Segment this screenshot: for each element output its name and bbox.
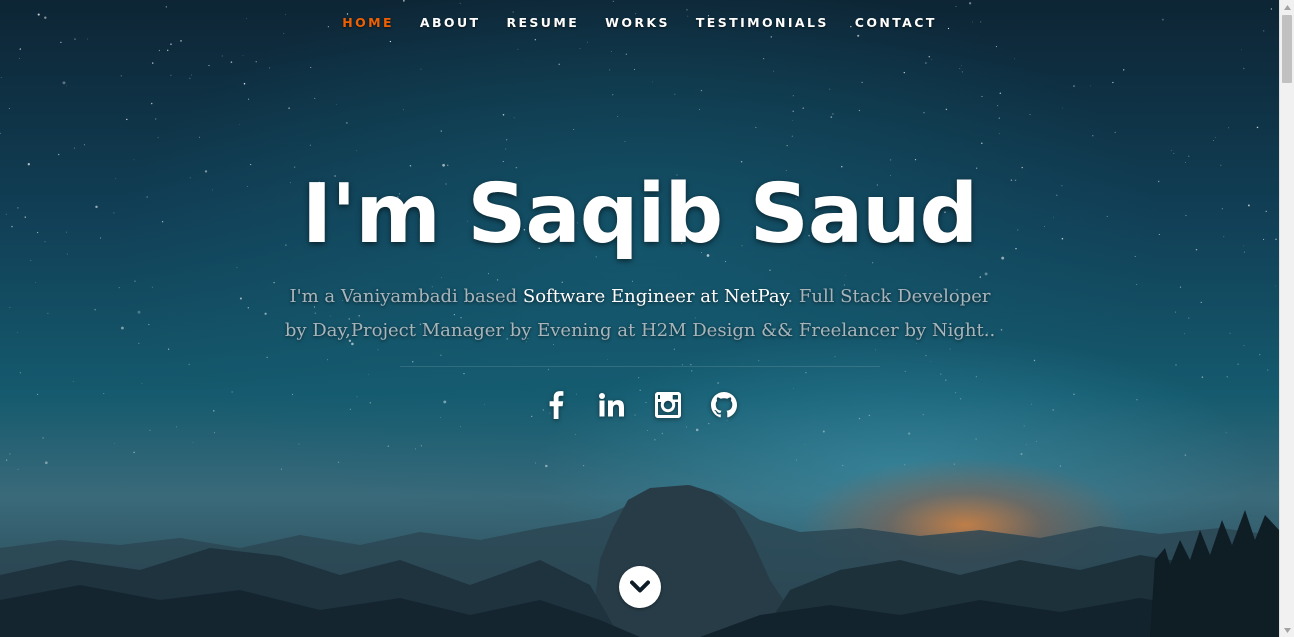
scroll-up-arrow-icon[interactable] xyxy=(1280,0,1294,14)
nav-home[interactable]: HOME xyxy=(329,14,407,32)
github-link[interactable] xyxy=(710,390,737,420)
instagram-icon xyxy=(654,392,681,418)
scroll-down-arrow-icon[interactable] xyxy=(1280,623,1294,637)
divider xyxy=(400,366,880,367)
intro-text-part1: I'm a Vaniyambadi based xyxy=(289,286,523,307)
hero-headline: I'm Saqib Saud xyxy=(301,167,979,262)
social-links xyxy=(0,390,1279,420)
scroll-down-button[interactable] xyxy=(619,566,661,608)
facebook-link[interactable] xyxy=(543,390,569,420)
intro-highlight: Software Engineer at NetPay xyxy=(522,286,788,307)
nav-contact[interactable]: CONTACT xyxy=(842,14,950,32)
linkedin-icon xyxy=(598,393,624,417)
instagram-link[interactable] xyxy=(654,390,681,420)
chevron-down-icon xyxy=(630,580,650,593)
nav-testimonials[interactable]: TESTIMONIALS xyxy=(683,14,842,32)
linkedin-link[interactable] xyxy=(598,390,625,420)
vertical-scrollbar[interactable] xyxy=(1279,0,1294,637)
nav-about[interactable]: ABOUT xyxy=(407,14,494,32)
hero-banner: HOME ABOUT RESUME WORKS TESTIMONIALS CON… xyxy=(0,0,1279,637)
main-navigation: HOME ABOUT RESUME WORKS TESTIMONIALS CON… xyxy=(0,14,1279,32)
page: HOME ABOUT RESUME WORKS TESTIMONIALS CON… xyxy=(0,0,1294,637)
nav-resume[interactable]: RESUME xyxy=(493,14,592,32)
hero-intro: I'm a Vaniyambadi based Software Enginee… xyxy=(280,280,1000,348)
github-icon xyxy=(710,392,737,418)
scrollbar-thumb[interactable] xyxy=(1282,15,1292,83)
nav-works[interactable]: WORKS xyxy=(592,14,683,32)
facebook-icon xyxy=(549,391,563,419)
